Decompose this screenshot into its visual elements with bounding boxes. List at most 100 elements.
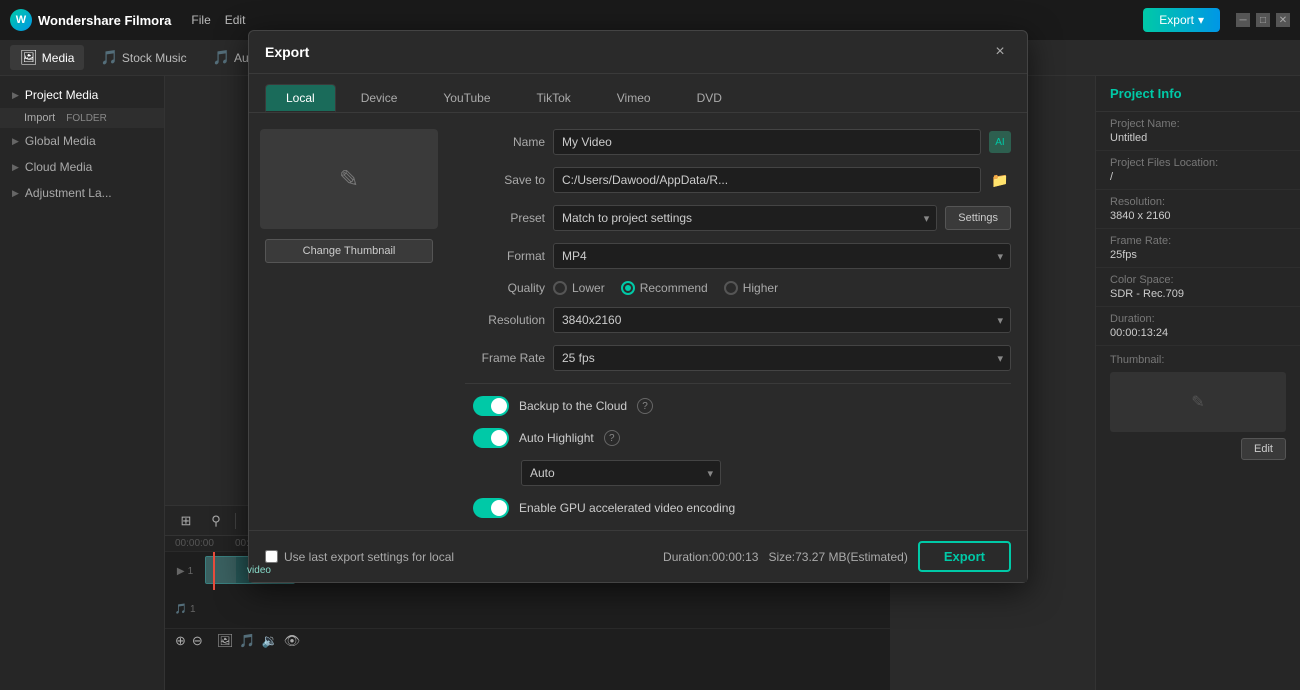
- audio-track-icon: 🎵: [174, 604, 186, 615]
- app-name: Wondershare Filmora: [38, 13, 171, 28]
- tab-device[interactable]: Device: [340, 84, 419, 112]
- toggle-auto-highlight: Auto Highlight ?: [465, 428, 1011, 448]
- tab-media[interactable]: 🖼 Media: [10, 45, 84, 70]
- thumbnail-area: Thumbnail: ✎ Edit: [1096, 346, 1300, 468]
- gpu-knob: [491, 500, 507, 516]
- top-bar-right: Export ▾ ─ □ ✕: [1143, 8, 1290, 32]
- tab-stock-music[interactable]: 🎵 Stock Music: [90, 45, 196, 70]
- app-container: W Wondershare Filmora File Edit Export ▾…: [0, 0, 1300, 690]
- save-to-input[interactable]: [553, 167, 981, 193]
- quality-group: Lower Recommend Highe: [553, 281, 778, 295]
- quality-higher-radio[interactable]: [724, 281, 738, 295]
- last-settings-checkbox[interactable]: [265, 550, 278, 563]
- arrow-icon-4: ▶: [12, 188, 19, 199]
- track-voice-icon[interactable]: 🔉: [262, 633, 278, 649]
- sidebar-item-project-media[interactable]: ▶ Project Media: [0, 82, 164, 108]
- last-settings-checkbox-label[interactable]: Use last export settings for local: [265, 550, 454, 564]
- dialog-body: ✎ Change Thumbnail Name AI Save to: [249, 113, 1027, 530]
- dialog-scroll[interactable]: ✎ Change Thumbnail Name AI Save to: [249, 113, 1027, 530]
- quality-recommend-label: Recommend: [640, 281, 708, 295]
- toggle-gpu: Enable GPU accelerated video encoding: [465, 498, 1011, 518]
- backup-cloud-toggle[interactable]: [473, 396, 509, 416]
- sidebar-item-cloud-media[interactable]: ▶ Cloud Media: [0, 154, 164, 180]
- export-top-button[interactable]: Export ▾: [1143, 8, 1220, 32]
- quality-recommend-option[interactable]: Recommend: [621, 281, 708, 295]
- quality-lower-option[interactable]: Lower: [553, 281, 605, 295]
- timeline-tool-magnet[interactable]: ⚲: [205, 510, 227, 532]
- quality-recommend-radio[interactable]: [621, 281, 635, 295]
- project-name-value: Untitled: [1110, 132, 1286, 144]
- menu-edit[interactable]: Edit: [225, 13, 246, 27]
- form-row-name: Name AI: [465, 129, 1011, 155]
- minimize-button[interactable]: ─: [1236, 13, 1250, 27]
- auto-select-row: Auto: [465, 460, 1011, 486]
- dialog-close-button[interactable]: ×: [989, 41, 1011, 63]
- timeline-tool-grid[interactable]: ⊞: [175, 510, 197, 532]
- duration-label: Duration:: [1110, 313, 1286, 325]
- menu-bar: File Edit: [191, 13, 245, 27]
- auto-select[interactable]: Auto: [521, 460, 721, 486]
- backup-cloud-knob: [491, 398, 507, 414]
- auto-highlight-help-icon[interactable]: ?: [604, 430, 620, 446]
- track-eye-icon[interactable]: 👁: [284, 633, 301, 649]
- files-location-label: Project Files Location:: [1110, 157, 1286, 169]
- frame-rate-select[interactable]: 25 fps: [553, 345, 1011, 371]
- close-button[interactable]: ✕: [1276, 13, 1290, 27]
- settings-button[interactable]: Settings: [945, 206, 1011, 230]
- frame-rate-select-wrapper: 25 fps: [553, 345, 1011, 371]
- tab-vimeo[interactable]: Vimeo: [596, 84, 672, 112]
- change-thumbnail-button[interactable]: Change Thumbnail: [265, 239, 433, 263]
- export-dialog: Export × Local Device YouTube TikTok Vim…: [248, 30, 1028, 583]
- ai-generate-icon[interactable]: AI: [989, 131, 1011, 153]
- sidebar-folder-import[interactable]: Import FOLDER: [0, 108, 164, 128]
- menu-file[interactable]: File: [191, 13, 210, 27]
- name-input[interactable]: [553, 129, 981, 155]
- format-select[interactable]: MP4: [553, 243, 1011, 269]
- info-color-space: Color Space: SDR - Rec.709: [1096, 268, 1300, 307]
- resolution-select[interactable]: 3840x2160: [553, 307, 1011, 333]
- audio-track-content[interactable]: [205, 590, 890, 628]
- resolution-select-wrapper: 3840x2160: [553, 307, 1011, 333]
- edit-thumbnail-button[interactable]: Edit: [1241, 438, 1286, 460]
- dialog-title: Export: [265, 44, 309, 60]
- quality-lower-radio[interactable]: [553, 281, 567, 295]
- format-label: Format: [465, 249, 545, 263]
- timeline-zoom-icon[interactable]: ⊕: [175, 633, 186, 649]
- auto-highlight-knob: [491, 430, 507, 446]
- sidebar-item-adjustment[interactable]: ▶ Adjustment La...: [0, 180, 164, 206]
- app-logo: W Wondershare Filmora: [10, 9, 171, 31]
- form-section: Name AI Save to 📁 Preset: [449, 113, 1027, 530]
- quality-higher-label: Higher: [743, 281, 778, 295]
- sidebar-item-global-media[interactable]: ▶ Global Media: [0, 128, 164, 154]
- info-frame-rate: Frame Rate: 25fps: [1096, 229, 1300, 268]
- tab-youtube[interactable]: YouTube: [422, 84, 511, 112]
- footer-duration: Duration:00:00:13: [663, 550, 758, 564]
- track-music-icon[interactable]: 🎵: [239, 633, 255, 649]
- color-space-value: SDR - Rec.709: [1110, 288, 1286, 300]
- footer-export-button[interactable]: Export: [918, 541, 1011, 572]
- auto-highlight-toggle[interactable]: [473, 428, 509, 448]
- track-row-audio: 🎵 1: [165, 590, 890, 628]
- browse-folder-icon[interactable]: 📁: [989, 169, 1011, 191]
- tab-dvd[interactable]: DVD: [676, 84, 743, 112]
- track-add-icon[interactable]: 🖼: [217, 633, 234, 649]
- form-divider-1: [465, 383, 1011, 384]
- maximize-button[interactable]: □: [1256, 13, 1270, 27]
- last-settings-label: Use last export settings for local: [284, 550, 454, 564]
- tab-tiktok[interactable]: TikTok: [516, 84, 592, 112]
- backup-cloud-help-icon[interactable]: ?: [637, 398, 653, 414]
- preset-select[interactable]: Match to project settings: [553, 205, 937, 231]
- import-label: Import: [24, 112, 55, 124]
- form-row-format: Format MP4: [465, 243, 1011, 269]
- timeline-zoom-out-icon[interactable]: ⊖: [192, 633, 203, 649]
- dialog-header: Export ×: [249, 31, 1027, 74]
- color-space-label: Color Space:: [1110, 274, 1286, 286]
- quality-higher-option[interactable]: Higher: [724, 281, 778, 295]
- left-sidebar: ▶ Project Media Import FOLDER ▶ Global M…: [0, 76, 165, 690]
- tab-local[interactable]: Local: [265, 84, 336, 112]
- auto-highlight-label: Auto Highlight: [519, 431, 594, 445]
- backup-cloud-label: Backup to the Cloud: [519, 399, 627, 413]
- form-row-resolution: Resolution 3840x2160: [465, 307, 1011, 333]
- right-panel: Project Info Project Name: Untitled Proj…: [1095, 76, 1300, 690]
- gpu-toggle[interactable]: [473, 498, 509, 518]
